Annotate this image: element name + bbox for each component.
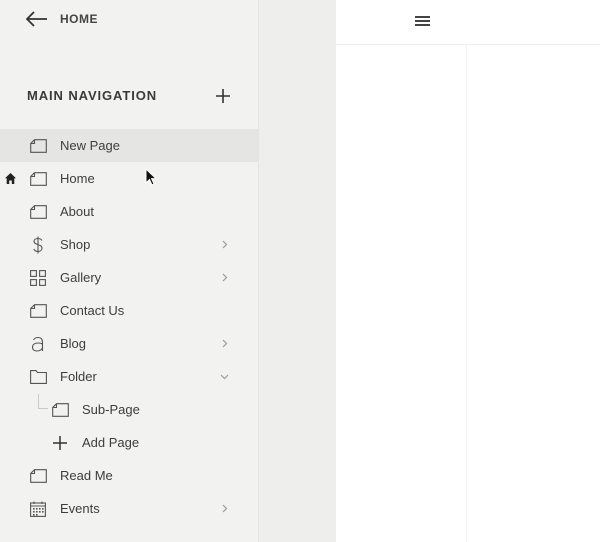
page-icon <box>29 203 47 221</box>
blog-icon <box>29 335 47 353</box>
nav-item-label: Sub-Page <box>82 402 140 417</box>
nav-item-label: Home <box>60 171 95 186</box>
add-navigation-button[interactable] <box>214 87 232 105</box>
folder-icon <box>29 368 47 386</box>
nav-item-about[interactable]: About <box>0 195 258 228</box>
homepage-icon <box>5 173 16 184</box>
back-to-home[interactable]: HOME <box>26 10 98 28</box>
nav-item-label: Shop <box>60 237 91 252</box>
preview-header <box>336 0 600 45</box>
section-title: MAIN NAVIGATION <box>27 88 158 103</box>
dollar-icon <box>29 236 47 254</box>
chevron-right-icon[interactable] <box>220 240 229 249</box>
arrow-left-icon <box>26 11 47 27</box>
back-label: HOME <box>60 12 98 26</box>
chevron-right-icon[interactable] <box>220 504 229 513</box>
page-icon <box>51 401 69 419</box>
nav-item-label: Add Page <box>82 435 140 450</box>
nav-item-read-me[interactable]: Read Me <box>0 459 258 492</box>
nav-item-shop[interactable]: Shop <box>0 228 258 261</box>
sidebar: HOME MAIN NAVIGATION New Page Home About… <box>0 0 259 542</box>
panel-gutter <box>259 0 533 542</box>
preview-divider <box>466 44 467 542</box>
nav-item-label: New Page <box>60 138 120 153</box>
nav-item-home[interactable]: Home <box>0 162 258 195</box>
mouse-cursor-icon <box>145 168 157 186</box>
chevron-right-icon[interactable] <box>220 273 229 282</box>
hamburger-menu-icon[interactable] <box>415 16 430 26</box>
site-preview <box>336 0 600 542</box>
nav-item-sub-page[interactable]: Sub-Page <box>0 393 258 426</box>
nav-item-label: Events <box>60 501 100 516</box>
gallery-grid-icon <box>29 269 47 287</box>
page-icon <box>29 467 47 485</box>
nav-item-label: About <box>60 204 94 219</box>
nav-item-events[interactable]: Events <box>0 492 258 525</box>
calendar-icon <box>29 500 47 518</box>
nav-item-label: Read Me <box>60 468 113 483</box>
nav-item-label: Folder <box>60 369 97 384</box>
nav-item-label: Gallery <box>60 270 102 285</box>
nav-item-new-page[interactable]: New Page <box>0 129 258 162</box>
plus-icon <box>51 434 69 452</box>
chevron-right-icon[interactable] <box>220 339 229 348</box>
nav-item-blog[interactable]: Blog <box>0 327 258 360</box>
nav-item-folder[interactable]: Folder <box>0 360 258 393</box>
page-icon <box>29 302 47 320</box>
nav-item-label: Contact Us <box>60 303 125 318</box>
chevron-down-icon[interactable] <box>220 372 229 381</box>
page-icon <box>29 137 47 155</box>
page-icon <box>29 170 47 188</box>
nav-item-contact-us[interactable]: Contact Us <box>0 294 258 327</box>
nav-item-label: Blog <box>60 336 87 351</box>
add-page-button[interactable]: Add Page <box>0 426 258 459</box>
nav-item-gallery[interactable]: Gallery <box>0 261 258 294</box>
